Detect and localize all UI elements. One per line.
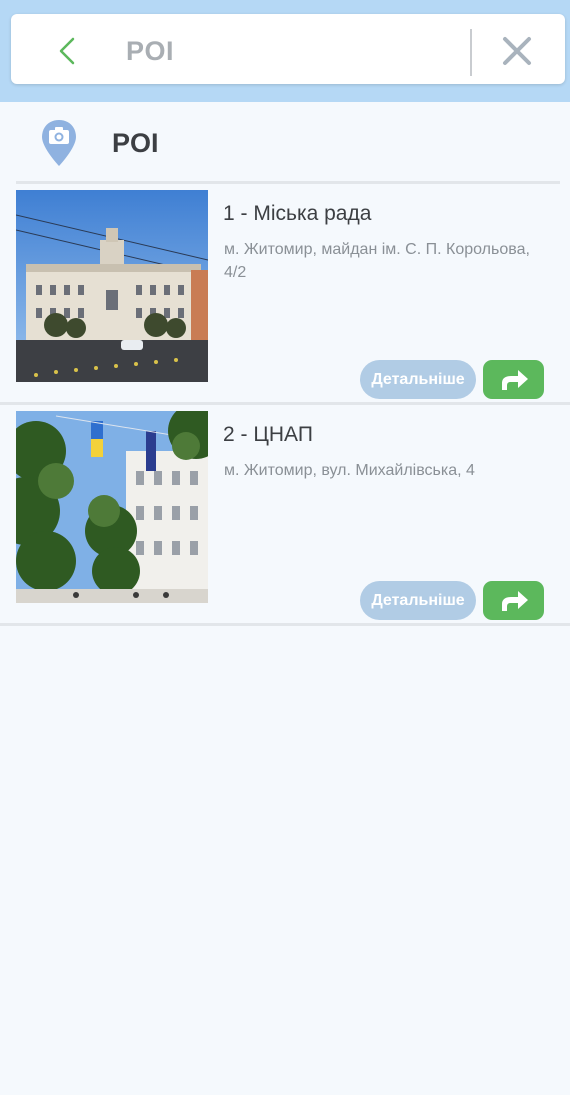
divider [470,29,472,76]
poi-name: 1 - Міська рада [223,202,372,225]
map-pin-camera-icon [42,120,76,166]
poi-photo [16,411,208,603]
list-item[interactable]: 2 - ЦНАП м. Житомир, вул. Михайлівська, … [0,405,570,623]
poi-address: м. Житомир, вул. Михайлівська, 4 [224,462,475,479]
close-button[interactable] [496,32,538,72]
back-button[interactable] [51,31,91,71]
back-arrow-icon [59,37,75,65]
list-item[interactable]: 1 - Міська рада м. Житомир, майдан ім. С… [0,184,570,402]
details-button[interactable]: Детальніше [360,360,476,399]
route-button[interactable] [483,581,544,620]
route-button[interactable] [483,360,544,399]
route-arrow-icon [502,370,528,390]
search-card: POI [11,14,565,84]
poi-name: 2 - ЦНАП [223,423,313,446]
search-title: POI [126,36,175,66]
item-divider [0,623,570,626]
poi-address: м. Житомир, майдан ім. С. П. Корольова, … [224,241,530,281]
section-title: POI [112,128,159,158]
route-arrow-icon [502,591,528,611]
poi-photo [16,190,208,382]
top-bar: POI [0,0,570,102]
section-header: POI [0,102,570,184]
close-icon [503,37,531,65]
details-button[interactable]: Детальніше [360,581,476,620]
